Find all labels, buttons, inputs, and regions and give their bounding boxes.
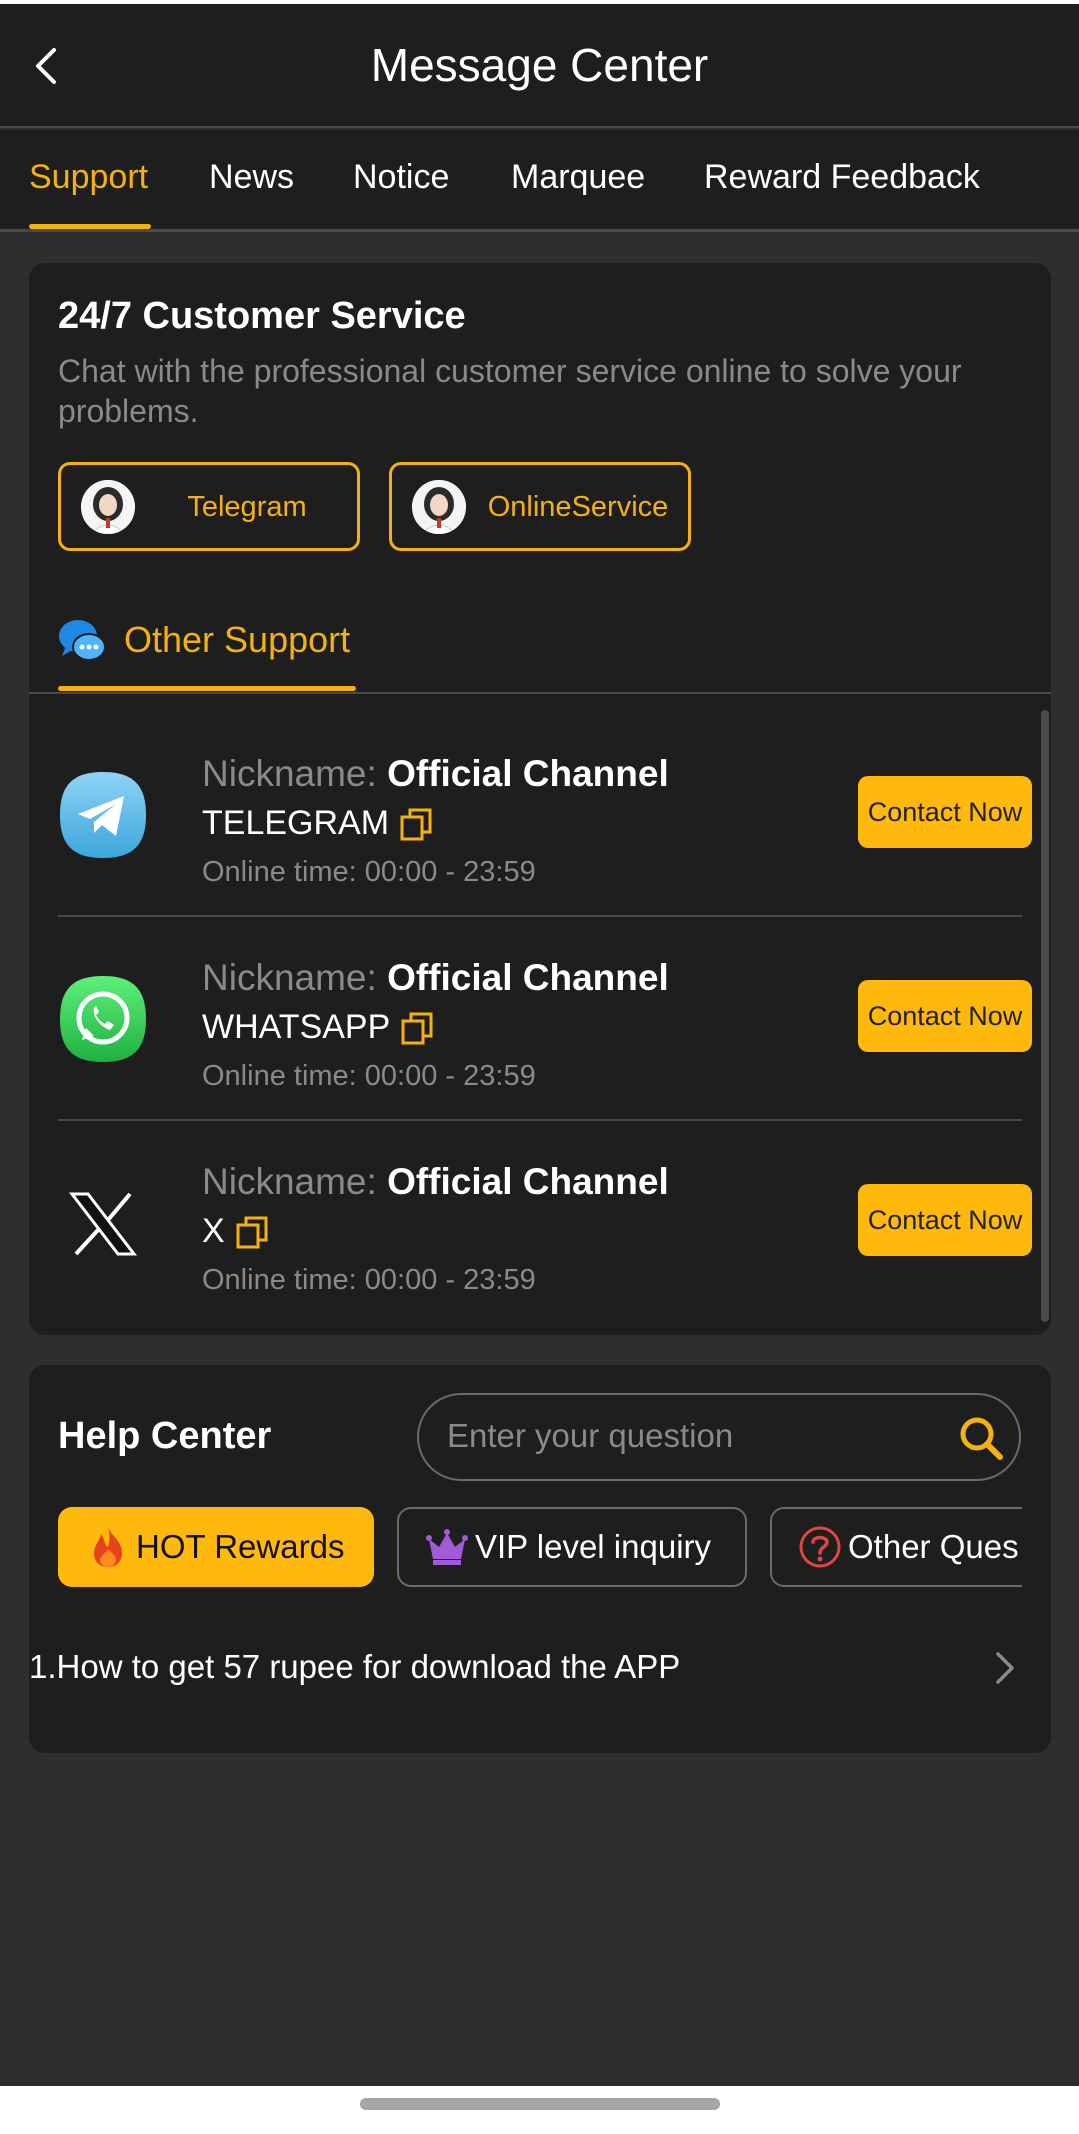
nickname-line: Nickname: Official Channel <box>202 753 669 795</box>
question-icon <box>799 1526 841 1568</box>
telegram-icon <box>60 772 146 858</box>
chip-label: HOT Rewards <box>136 1528 345 1565</box>
help-center-card: Help Center Enter your question HOT Rewa… <box>29 1365 1051 1753</box>
nickname-label: Nickname: <box>202 957 377 998</box>
channel-name-line: TELEGRAM <box>202 804 433 843</box>
fire-icon <box>94 1527 122 1567</box>
tab-notice[interactable]: Notice <box>353 158 449 197</box>
support-row-whatsapp: Nickname: Official Channel WHATSAPP Onli… <box>58 917 1032 1121</box>
crown-icon <box>426 1529 468 1565</box>
other-support-title: Other Support <box>124 619 351 660</box>
chip-label: VIP level inquiry <box>475 1528 712 1565</box>
channel-name-line: X <box>202 1212 269 1251</box>
agent-avatar <box>412 480 466 534</box>
channel-name: X <box>202 1212 225 1250</box>
active-tab-indicator <box>29 224 151 229</box>
customer-service-card: 24/7 Customer Service Chat with the prof… <box>29 263 1051 1335</box>
online-time: Online time: 00:00 - 23:59 <box>202 1060 536 1092</box>
tab-bar: Support News Notice Marquee Reward Feedb… <box>0 130 1079 232</box>
nickname-line: Nickname: Official Channel <box>202 957 669 999</box>
home-indicator[interactable] <box>360 2098 720 2110</box>
header-bar: Message Center <box>0 4 1079 128</box>
agent-avatar <box>81 480 135 534</box>
online-service-label: OnlineService <box>487 490 669 523</box>
tab-support[interactable]: Support <box>29 158 148 197</box>
search-icon[interactable] <box>957 1414 1005 1462</box>
channel-name: TELEGRAM <box>202 804 390 842</box>
online-service-button[interactable]: OnlineService <box>389 462 691 551</box>
faq-item[interactable]: 1.How to get 57 rupee for download the A… <box>29 1648 680 1686</box>
nickname-line: Nickname: Official Channel <box>202 1161 669 1203</box>
contact-now-button[interactable]: Contact Now <box>858 1184 1032 1256</box>
x-icon <box>68 1192 138 1256</box>
search-input[interactable]: Enter your question <box>417 1393 1021 1481</box>
contact-now-button[interactable]: Contact Now <box>858 776 1032 848</box>
nickname-value: Official Channel <box>387 753 669 794</box>
chip-vip-level-inquiry[interactable]: VIP level inquiry <box>397 1507 747 1587</box>
customer-service-description: Chat with the professional customer serv… <box>58 353 962 429</box>
tab-reward-feedback[interactable]: Reward Feedback <box>704 158 980 197</box>
chip-hot-rewards[interactable]: HOT Rewards <box>58 1507 374 1587</box>
copy-icon[interactable] <box>399 807 433 841</box>
nickname-label: Nickname: <box>202 1161 377 1202</box>
nickname-value: Official Channel <box>387 1161 669 1202</box>
contact-now-button[interactable]: Contact Now <box>858 980 1032 1052</box>
tab-marquee[interactable]: Marquee <box>511 158 645 197</box>
support-row-x: Nickname: Official Channel X Online time… <box>58 1121 1032 1325</box>
telegram-service-button[interactable]: Telegram <box>58 462 360 551</box>
page-title: Message Center <box>370 39 709 91</box>
chip-label: Other Ques <box>848 1528 1019 1565</box>
scrollbar[interactable] <box>1041 710 1049 1322</box>
channel-name-line: WHATSAPP <box>202 1008 434 1047</box>
chevron-right-icon[interactable] <box>990 1646 1020 1690</box>
divider <box>29 692 1051 694</box>
channel-name: WHATSAPP <box>202 1008 391 1046</box>
nickname-value: Official Channel <box>387 957 669 998</box>
copy-icon[interactable] <box>400 1011 434 1045</box>
copy-icon[interactable] <box>235 1215 269 1249</box>
nickname-label: Nickname: <box>202 753 377 794</box>
customer-service-title: 24/7 Customer Service <box>58 295 466 337</box>
support-row-telegram: Nickname: Official Channel TELEGRAM Onli… <box>58 713 1032 917</box>
chat-bubble-icon <box>59 620 106 661</box>
online-time: Online time: 00:00 - 23:59 <box>202 856 536 888</box>
telegram-service-label: Telegram <box>187 490 307 523</box>
search-placeholder: Enter your question <box>447 1417 734 1454</box>
online-time: Online time: 00:00 - 23:59 <box>202 1264 536 1296</box>
chip-other-questions[interactable]: Other Ques <box>770 1507 1022 1587</box>
other-support-underline <box>58 686 356 691</box>
tab-news[interactable]: News <box>209 158 294 197</box>
whatsapp-icon <box>60 976 146 1062</box>
help-center-title: Help Center <box>58 1415 272 1457</box>
navigation-bar <box>0 2086 1079 2134</box>
